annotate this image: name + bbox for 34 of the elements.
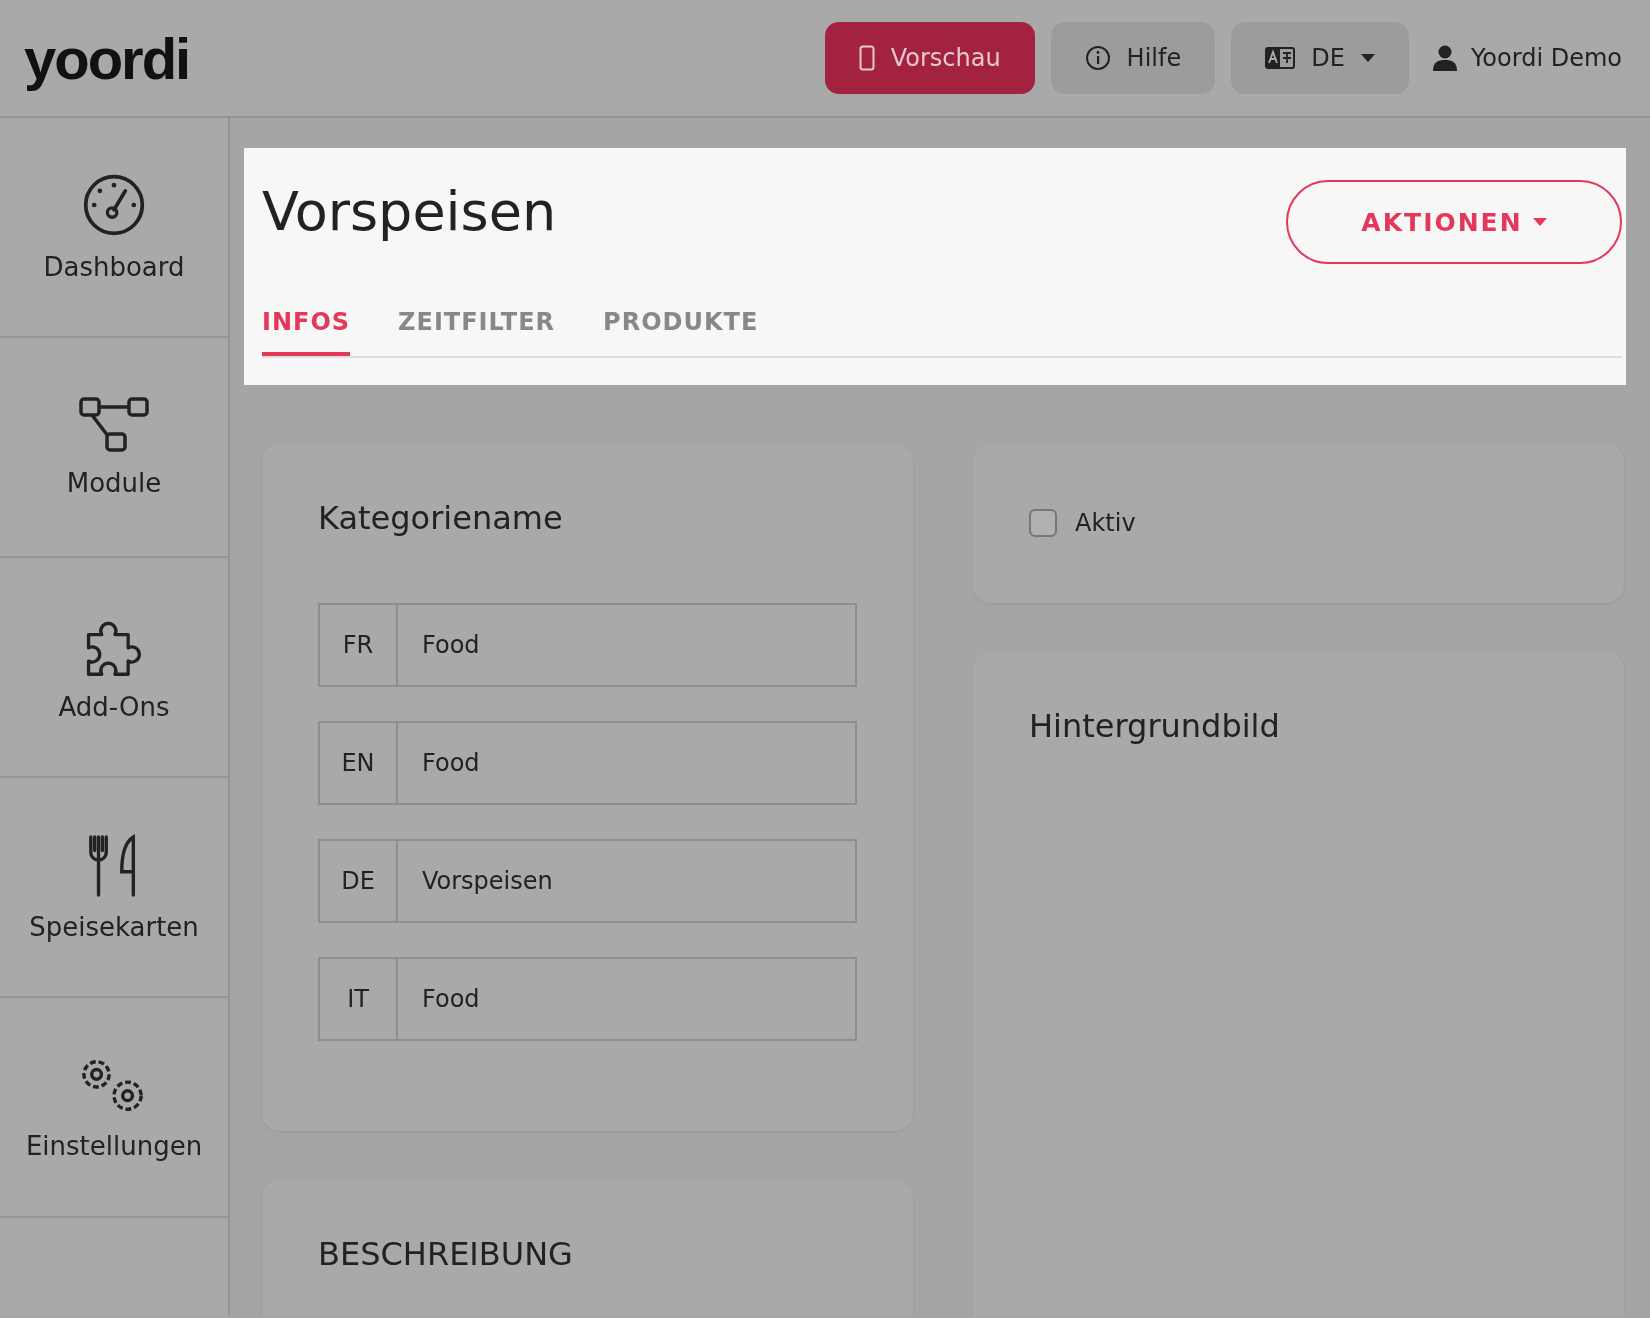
language-label: FR [318, 603, 398, 687]
user-name[interactable]: Yoordi Demo [1470, 44, 1622, 72]
language-button[interactable]: DE [1231, 22, 1409, 94]
gauge-icon [81, 172, 147, 238]
logo[interactable]: yoordi [24, 24, 190, 92]
phone-icon [858, 45, 875, 71]
user-icon [1432, 45, 1457, 71]
sidebar-item[interactable]: Module [0, 338, 228, 558]
page-title: Vorspeisen [262, 180, 557, 243]
actions-button[interactable]: AKTIONEN [1286, 180, 1622, 264]
language-label: EN [318, 721, 398, 805]
input-field[interactable]: Food [398, 603, 857, 687]
info-icon [1084, 45, 1111, 71]
sidebar-item[interactable]: Dashboard [0, 118, 228, 338]
caret-icon [1360, 54, 1375, 62]
tab[interactable]: INFOS [262, 308, 351, 356]
sidebar-item[interactable]: Add-Ons [0, 558, 228, 778]
translate-icon [1265, 47, 1296, 69]
language-label: DE [318, 839, 398, 923]
help-button[interactable]: Hilfe [1050, 22, 1216, 94]
preview-button[interactable]: Vorschau [824, 22, 1035, 94]
checkbox-label: Aktiv [1075, 509, 1136, 537]
card-title: Hintergrundbild [1029, 707, 1281, 745]
checkbox[interactable] [1029, 509, 1057, 537]
input-field[interactable]: Vorspeisen [398, 839, 857, 923]
card-title: Kategoriename [318, 499, 564, 537]
input-field[interactable]: Food [398, 721, 857, 805]
sidebar-item[interactable]: Speisekarten [0, 778, 228, 998]
input-field[interactable]: Food [398, 957, 857, 1041]
caret-icon [1532, 218, 1547, 226]
language-label: IT [318, 957, 398, 1041]
nodes-icon [78, 396, 150, 454]
sidebar-item[interactable]: Einstellungen [0, 998, 228, 1218]
card-title: BESCHREIBUNG [318, 1235, 574, 1273]
